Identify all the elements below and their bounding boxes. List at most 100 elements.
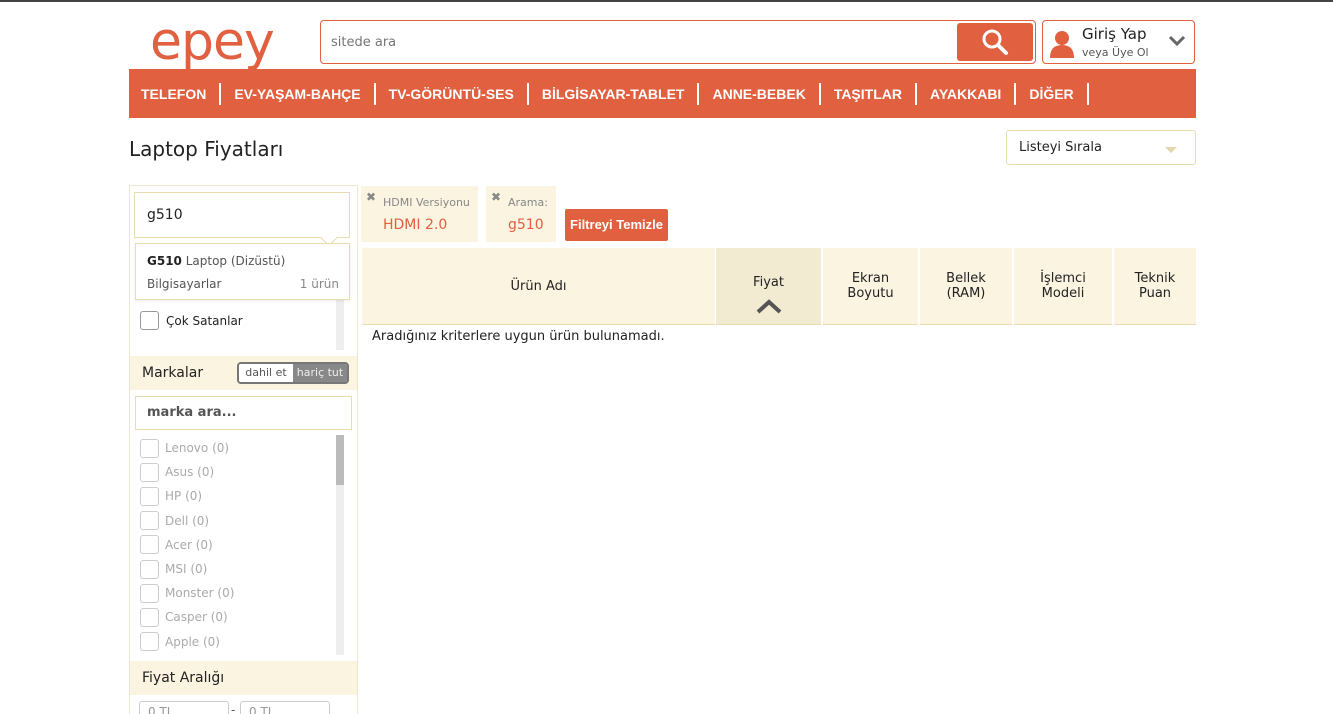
filter-cok-satanlar[interactable]: Çok Satanlar <box>140 311 243 330</box>
sort-select[interactable]: Listeyi Sırala <box>1006 130 1196 165</box>
user-icon <box>1050 31 1074 58</box>
suggestion-count: 1 ürün <box>299 277 339 291</box>
col-label: Ürün Adı <box>510 278 567 294</box>
suggestion-bold: G510 <box>147 254 182 268</box>
exclude-option[interactable]: hariç tut <box>293 364 347 382</box>
brand-list-scrollbar[interactable] <box>336 435 344 655</box>
col-tech-score[interactable]: Teknik Puan <box>1114 248 1196 325</box>
checkbox[interactable] <box>140 486 159 506</box>
filter-value: HDMI 2.0 <box>383 217 448 233</box>
brand-label: Dell (0) <box>165 513 210 528</box>
checkbox[interactable] <box>140 462 159 482</box>
filter-value: g510 <box>508 217 544 233</box>
brand-label: Acer (0) <box>165 537 213 552</box>
col-product-name[interactable]: Ürün Adı <box>362 248 715 325</box>
nav-item[interactable]: TELEFON <box>141 82 222 105</box>
search-icon <box>982 29 1008 55</box>
epey-logo[interactable]: epey <box>150 16 275 74</box>
col-label: Fiyat <box>753 274 784 290</box>
brand-label: Casper (0) <box>165 610 228 625</box>
price-min-placeholder: 0 TL <box>148 705 174 714</box>
checkbox[interactable] <box>140 311 159 330</box>
nav-item[interactable]: ANNE-BEBEK <box>712 82 821 105</box>
filter-chip-hdmi[interactable]: ✖ HDMI Versiyonu HDMI 2.0 <box>361 186 478 242</box>
scrollbar-thumb[interactable] <box>336 435 344 485</box>
price-range-header: Fiyat Aralığı <box>130 661 357 695</box>
site-search-box[interactable] <box>320 20 1036 64</box>
brand-search-input[interactable]: marka ara... <box>135 396 352 430</box>
close-icon[interactable]: ✖ <box>366 190 376 204</box>
price-min-input[interactable]: 0 TL <box>139 701 229 714</box>
brand-option[interactable]: Monster (0) <box>140 581 330 605</box>
include-option[interactable]: dahil et <box>239 364 293 382</box>
checkbox[interactable] <box>140 559 159 579</box>
nav-item[interactable]: AYAKKABI <box>930 82 1017 105</box>
price-max-input[interactable]: 0 TL <box>240 701 330 714</box>
scrollbar[interactable] <box>336 298 344 350</box>
brand-list: Lenovo (0) Asus (0) HP (0) Dell (0) Acer (0)… <box>140 436 330 654</box>
cok-satanlar-label: Çok Satanlar <box>166 313 243 328</box>
nav-item[interactable]: TV-GÖRÜNTÜ-SES <box>389 82 529 105</box>
chevron-up-icon <box>756 298 781 313</box>
brand-option[interactable]: Asus (0) <box>140 460 330 484</box>
filter-chip-search[interactable]: ✖ Arama: g510 <box>486 186 556 242</box>
suggestion-title: G510 Laptop (Dizüstü) <box>147 254 285 268</box>
search-suggestion[interactable]: G510 Laptop (Dizüstü) Bilgisayarlar 1 ür… <box>135 243 350 300</box>
filter-key: Arama: <box>508 196 548 209</box>
brands-title: Markalar <box>142 365 204 381</box>
login-box[interactable]: Giriş Yap veya Üye Ol <box>1042 20 1195 64</box>
brand-option[interactable]: HP (0) <box>140 484 330 508</box>
brand-option[interactable]: Casper (0) <box>140 605 330 629</box>
brand-option[interactable]: MSI (0) <box>140 557 330 581</box>
checkbox[interactable] <box>140 632 159 652</box>
site-search-input[interactable] <box>331 21 951 63</box>
chevron-down-icon[interactable] <box>1168 35 1186 47</box>
sort-label: Listeyi Sırala <box>1019 140 1102 155</box>
empty-results-message: Aradığınız kriterlere uygun ürün bulunam… <box>372 329 665 344</box>
col-ram[interactable]: Bellek (RAM) <box>920 248 1012 325</box>
col-label: Bellek (RAM) <box>946 271 986 301</box>
caret-down-icon <box>1165 147 1177 153</box>
col-label: İşlemci Modeli <box>1040 271 1086 301</box>
col-price[interactable]: Fiyat <box>716 248 821 325</box>
brand-label: Asus (0) <box>165 465 215 480</box>
category-search-value: g510 <box>147 207 183 223</box>
category-search-input[interactable]: g510 <box>134 192 350 247</box>
price-max-placeholder: 0 TL <box>249 705 275 714</box>
suggestion-rest: Laptop (Dizüstü) <box>181 254 286 268</box>
brand-option[interactable]: Acer (0) <box>140 533 330 557</box>
checkbox[interactable] <box>140 511 159 531</box>
col-label: Teknik Puan <box>1134 271 1176 301</box>
page-title: Laptop Fiyatları <box>129 137 284 161</box>
col-screen-size[interactable]: Ekran Boyutu <box>823 248 918 325</box>
checkbox[interactable] <box>140 535 159 555</box>
price-range-title: Fiyat Aralığı <box>142 670 225 686</box>
checkbox[interactable] <box>140 438 159 458</box>
nav-item[interactable]: DİĞER <box>1029 82 1089 105</box>
brand-label: Monster (0) <box>165 586 235 601</box>
register-link[interactable]: veya Üye Ol <box>1082 46 1149 59</box>
col-cpu-model[interactable]: İşlemci Modeli <box>1014 248 1112 325</box>
filter-key: HDMI Versiyonu <box>383 196 470 209</box>
logo-text: epey <box>150 12 275 72</box>
suggestion-category: Bilgisayarlar <box>147 277 222 291</box>
clear-filters-button[interactable]: Filtreyi Temizle <box>565 209 668 241</box>
brand-label: MSI (0) <box>165 562 208 577</box>
nav-item[interactable]: BİLGİSAYAR-TABLET <box>542 82 700 105</box>
nav-item[interactable]: EV-YAŞAM-BAHÇE <box>234 82 376 105</box>
brand-option[interactable]: Dell (0) <box>140 509 330 533</box>
brand-include-toggle[interactable]: dahil et hariç tut <box>237 362 349 384</box>
brand-option[interactable]: Apple (0) <box>140 630 330 654</box>
price-separator: - <box>231 703 236 714</box>
col-label: Ekran Boyutu <box>847 271 894 301</box>
checkbox[interactable] <box>140 607 159 627</box>
nav-item[interactable]: TAŞITLAR <box>834 82 917 105</box>
brand-option[interactable]: Lenovo (0) <box>140 436 330 460</box>
brand-label: Apple (0) <box>165 634 220 649</box>
search-button[interactable] <box>957 23 1033 61</box>
checkbox[interactable] <box>140 583 159 603</box>
login-title[interactable]: Giriş Yap <box>1082 25 1147 43</box>
close-icon[interactable]: ✖ <box>491 190 501 204</box>
brand-label: HP (0) <box>165 489 203 504</box>
brand-label: Lenovo (0) <box>165 441 230 456</box>
